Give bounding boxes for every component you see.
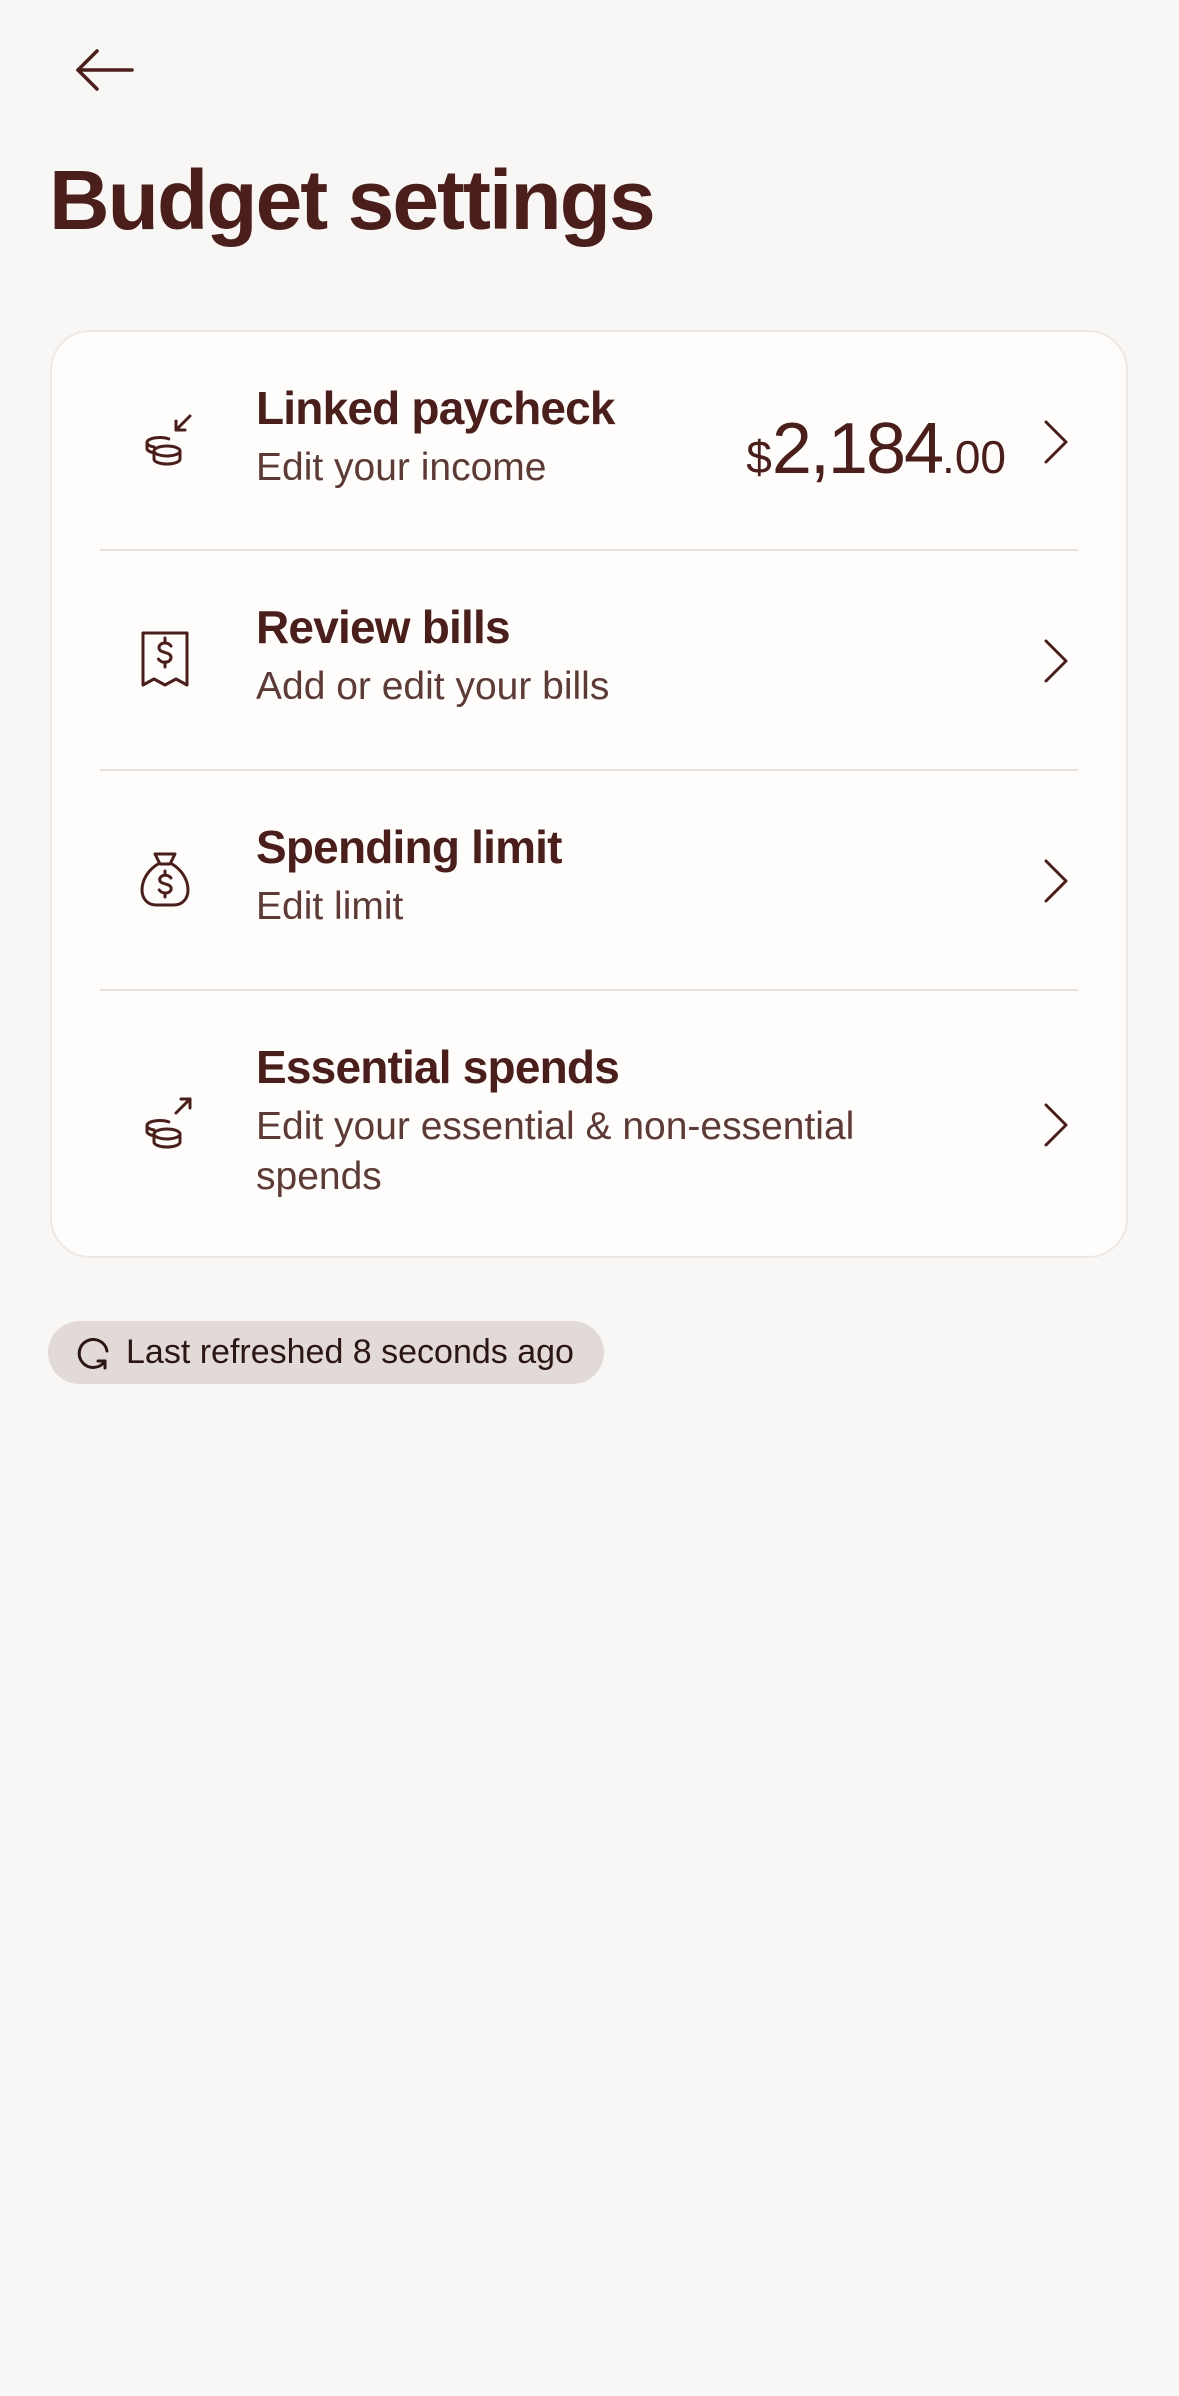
back-button[interactable] bbox=[60, 30, 150, 110]
money-bag-icon bbox=[120, 835, 210, 925]
refresh-status-pill[interactable]: Last refreshed 8 seconds ago bbox=[48, 1321, 604, 1384]
arrow-left-icon bbox=[75, 48, 135, 92]
review-bills-row[interactable]: Review bills Add or edit your bills bbox=[52, 551, 1126, 769]
spending-limit-title: Spending limit bbox=[256, 821, 562, 873]
amount-decimal: .00 bbox=[942, 431, 1006, 483]
coins-arrow-out-icon bbox=[120, 1079, 210, 1169]
spending-limit-row[interactable]: Spending limit Edit limit bbox=[52, 771, 1126, 989]
chevron-right-icon bbox=[1036, 412, 1076, 472]
chevron-right-icon bbox=[1036, 1095, 1076, 1155]
refresh-status-text: Last refreshed 8 seconds ago bbox=[126, 1333, 574, 1371]
linked-paycheck-row[interactable]: Linked paycheck Edit your income $ 2,184… bbox=[52, 332, 1126, 550]
amount-currency: $ bbox=[746, 431, 772, 483]
settings-card: Linked paycheck Edit your income $ 2,184… bbox=[50, 330, 1128, 1258]
paycheck-amount: $ 2,184 .00 bbox=[746, 408, 1006, 490]
essential-spends-row[interactable]: Essential spends Edit your essential & n… bbox=[52, 991, 1126, 1256]
coins-arrow-in-icon bbox=[120, 396, 210, 486]
review-bills-title: Review bills bbox=[256, 601, 511, 653]
refresh-icon bbox=[74, 1334, 112, 1372]
amount-whole: 2,184 bbox=[771, 409, 944, 489]
review-bills-subtitle: Add or edit your bills bbox=[256, 664, 610, 708]
essential-spends-subtitle: Edit your essential & non-essential spen… bbox=[256, 1104, 855, 1198]
chevron-right-icon bbox=[1036, 631, 1076, 691]
page-title: Budget settings bbox=[49, 153, 656, 247]
spending-limit-subtitle: Edit limit bbox=[256, 884, 404, 928]
chevron-right-icon bbox=[1036, 851, 1076, 911]
essential-spends-title: Essential spends bbox=[256, 1041, 620, 1093]
receipt-dollar-icon bbox=[120, 615, 210, 705]
